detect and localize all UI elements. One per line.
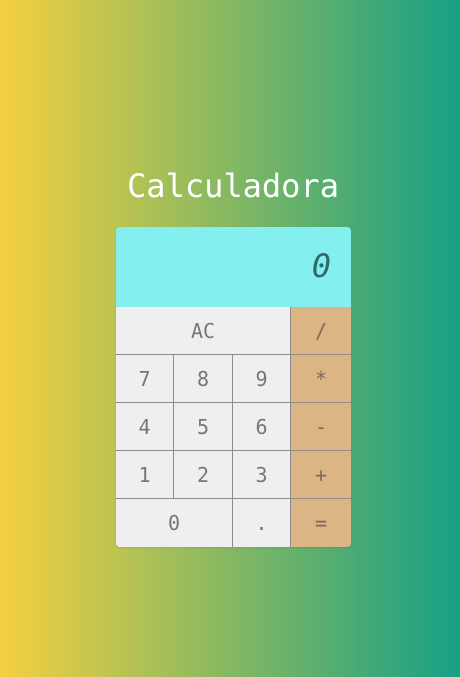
calculator: 0 AC / 7 8 9 * 4 5 6 - 1 2 3 + 0 . = bbox=[116, 227, 351, 547]
display: 0 bbox=[116, 227, 351, 307]
equals-button[interactable]: = bbox=[291, 499, 351, 547]
digit-5-button[interactable]: 5 bbox=[174, 403, 233, 451]
digit-6-button[interactable]: 6 bbox=[233, 403, 291, 451]
digit-4-button[interactable]: 4 bbox=[116, 403, 174, 451]
digit-0-button[interactable]: 0 bbox=[116, 499, 233, 547]
divide-button[interactable]: / bbox=[291, 307, 351, 355]
add-button[interactable]: + bbox=[291, 451, 351, 499]
subtract-button[interactable]: - bbox=[291, 403, 351, 451]
digit-8-button[interactable]: 8 bbox=[174, 355, 233, 403]
digit-2-button[interactable]: 2 bbox=[174, 451, 233, 499]
decimal-button[interactable]: . bbox=[233, 499, 291, 547]
clear-button[interactable]: AC bbox=[116, 307, 291, 355]
digit-1-button[interactable]: 1 bbox=[116, 451, 174, 499]
digit-9-button[interactable]: 9 bbox=[233, 355, 291, 403]
display-value: 0 bbox=[311, 247, 331, 285]
keypad: AC / 7 8 9 * 4 5 6 - 1 2 3 + 0 . = bbox=[116, 307, 351, 547]
digit-3-button[interactable]: 3 bbox=[233, 451, 291, 499]
multiply-button[interactable]: * bbox=[291, 355, 351, 403]
digit-7-button[interactable]: 7 bbox=[116, 355, 174, 403]
page-title: Calculadora bbox=[127, 167, 339, 205]
